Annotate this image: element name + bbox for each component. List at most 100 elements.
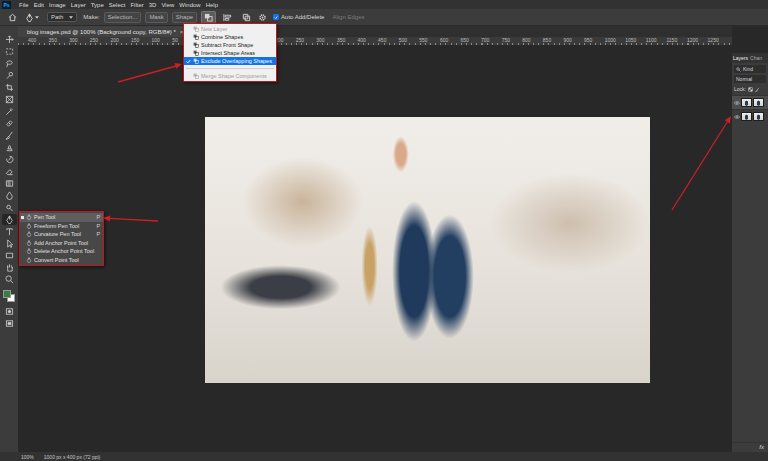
tool-button[interactable] [2,202,17,213]
check-icon [186,59,191,64]
menu-item[interactable]: New Layer [184,25,276,33]
menu-item[interactable]: Exclude Overlapping Shapes [184,57,276,65]
menu-item[interactable]: Filter [130,1,143,9]
flyout-item[interactable]: Add Anchor Point Tool [20,239,103,248]
panel-tabs: LayersChan [732,53,768,63]
menu-item[interactable]: Edit [34,1,44,9]
align-edges-option[interactable]: Align Edges [332,14,364,20]
layer-style-button[interactable]: fx [759,444,764,450]
lock-pixels-icon[interactable] [748,87,753,92]
visibility-toggle[interactable] [733,115,740,119]
tool-button[interactable] [2,226,17,237]
tool-button[interactable] [2,118,17,129]
menu-separator [186,68,274,69]
flyout-item[interactable]: Convert Point Tool [20,256,103,265]
tool-button[interactable] [2,178,17,189]
tool-button[interactable] [2,106,17,117]
healing-brush-icon [5,119,14,128]
menu-item[interactable]: Image [49,1,66,9]
menu-item[interactable]: 3D [149,1,157,9]
color-swatches[interactable] [2,289,16,303]
path-operations-icon [204,13,213,22]
ruler-label: 900 [563,37,584,45]
tool-button[interactable] [2,262,17,273]
foreground-color-swatch[interactable] [3,290,11,298]
status-bar: 100% 1000 px x 400 px (72 ppi) [0,452,768,461]
blend-mode-select[interactable]: Normal [734,75,766,83]
flyout-item[interactable]: Delete Anchor Point Tool [20,247,103,256]
flyout-item[interactable]: Pen ToolP [20,213,103,222]
document-tab[interactable]: blog images.psd @ 100% (Background copy,… [18,26,187,37]
tool-button[interactable] [2,34,17,45]
tool-button[interactable] [2,274,17,285]
layer-filter[interactable]: Kind [734,65,766,73]
menu-item[interactable]: Help [206,1,218,9]
path-selection-icon [5,239,14,248]
tool-button[interactable] [2,130,17,141]
auto-add-delete-checkbox[interactable]: Auto Add/Delete [273,14,324,20]
menu-item[interactable]: Subtract Front Shape [184,41,276,49]
menu-item[interactable]: Layer [71,1,86,9]
photo[interactable] [205,117,650,383]
flyout-item[interactable]: Freeform Pen ToolP [20,222,103,231]
menu-item[interactable]: Select [109,1,126,9]
tool-button[interactable] [2,58,17,69]
lock-brush-icon[interactable] [755,87,760,92]
caret-icon [69,16,73,19]
menu-item[interactable]: File [19,1,29,9]
path-operations-button[interactable] [201,11,216,24]
tool-button[interactable] [2,250,17,261]
menu-item[interactable]: Merge Shape Components [184,72,276,80]
pen-icon [26,248,32,254]
tool-button[interactable] [2,142,17,153]
path-arrangement-icon [242,13,251,22]
ruler-label: 750 [502,37,523,45]
ruler-label: 600 [440,37,461,45]
home-icon[interactable] [8,13,17,22]
menu-item[interactable]: View [161,1,174,9]
gear-icon[interactable] [258,13,267,22]
panel-tab[interactable]: Chan [750,55,762,61]
menu-item[interactable]: Type [91,1,104,9]
layer-thumbnail [753,112,764,121]
tool-preset-picker[interactable] [25,13,39,22]
screen-mode-button[interactable] [2,318,17,329]
layer-thumbnail [753,98,764,107]
type-tool-icon [5,227,14,236]
zoom-level[interactable]: 100% [21,454,34,460]
eyedropper-icon [5,107,14,116]
tool-button[interactable] [2,46,17,57]
path-alignment-button[interactable] [220,11,235,24]
visibility-toggle[interactable] [733,101,740,105]
ruler-label: 250 [90,37,111,45]
make-button[interactable]: Mask [145,12,167,23]
quick-mask-button[interactable] [2,306,17,317]
path-arrangement-button[interactable] [239,11,254,24]
panel-tab[interactable]: Layers [733,55,748,61]
tool-button[interactable] [2,166,17,177]
menu-item[interactable]: Intersect Shape Areas [184,49,276,57]
quick-select-icon [5,71,14,80]
mode-select[interactable]: Path [47,12,77,22]
ruler-label: 400 [358,37,379,45]
tool-button[interactable] [2,214,17,225]
ruler-label: 350 [337,37,358,45]
tool-button[interactable] [2,238,17,249]
app-logo[interactable]: Ps [2,1,11,9]
tool-button[interactable] [2,70,17,81]
document-info[interactable]: 1000 px x 400 px (72 ppi) [44,454,100,460]
menu-item[interactable]: Combine Shapes [184,33,276,41]
workspace: blog images.psd @ 100% (Background copy,… [0,26,768,452]
make-button[interactable]: Selection... [104,12,142,23]
tool-button[interactable] [2,190,17,201]
layer-row[interactable] [732,109,768,123]
flyout-item[interactable]: Curvature Pen ToolP [20,230,103,239]
tool-button[interactable] [2,94,17,105]
arrow-line [109,218,158,221]
menu-item[interactable]: Window [179,1,200,9]
layer-row[interactable] [732,95,768,109]
tool-button[interactable] [2,82,17,93]
tool-button[interactable] [2,154,17,165]
make-button[interactable]: Shape [172,12,197,23]
ruler-label: 250 [296,37,317,45]
